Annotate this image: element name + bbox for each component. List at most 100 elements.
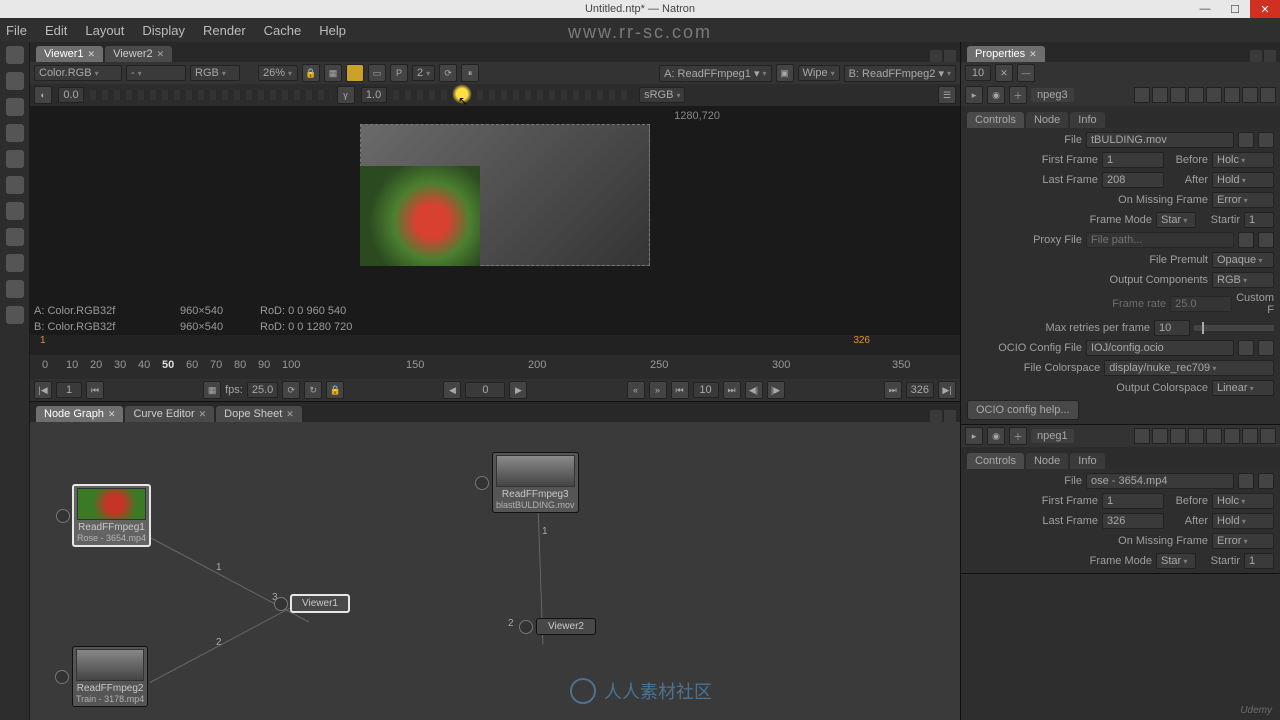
cache-icon[interactable]: ▦ <box>203 381 221 399</box>
subtab-node[interactable]: Node <box>1026 112 1068 128</box>
tab-viewer1[interactable]: Viewer1✕ <box>36 46 103 62</box>
menu-cache[interactable]: Cache <box>264 23 302 38</box>
frame-mode-select[interactable]: Star <box>1156 553 1196 569</box>
clear-icon[interactable]: ✕ <box>995 64 1013 82</box>
checker-icon[interactable]: ☰ <box>938 86 956 104</box>
close-icon[interactable] <box>1260 428 1276 444</box>
tool-brush-icon[interactable] <box>6 98 24 116</box>
menu-file[interactable]: File <box>6 23 27 38</box>
tab-curve-editor[interactable]: Curve Editor✕ <box>125 406 214 422</box>
fps-field[interactable]: 25.0 <box>247 382 278 398</box>
tool-roto-icon[interactable] <box>6 72 24 90</box>
node-viewer1[interactable]: Viewer1 <box>290 594 350 613</box>
refresh-icon[interactable]: ⟳ <box>439 64 457 82</box>
last-frame-field[interactable]: 326 <box>1102 513 1164 529</box>
viewer-canvas[interactable]: 1280,720 A: Color.RGB32f B: Color.RGB32f… <box>30 106 960 335</box>
eye-icon[interactable] <box>519 620 533 634</box>
expand-icon[interactable]: ▸ <box>965 427 983 445</box>
reload-icon[interactable] <box>1258 132 1274 148</box>
eye-icon[interactable] <box>274 597 288 611</box>
frame-in-field[interactable]: 1 <box>56 382 82 398</box>
framerate-field[interactable]: 25.0 <box>1170 296 1232 312</box>
reload-icon[interactable] <box>1258 473 1274 489</box>
ocio-config-field[interactable]: IOJ/config.ocio <box>1086 340 1234 356</box>
close-icon[interactable]: ✕ <box>88 49 96 60</box>
gamma-field[interactable]: 1.0 <box>361 87 387 103</box>
play-fwd-icon[interactable]: ▶ <box>509 381 527 399</box>
file-field[interactable]: tBULDING.mov <box>1086 132 1234 148</box>
menu-help[interactable]: Help <box>319 23 346 38</box>
add-icon[interactable]: ＋ <box>1009 427 1027 445</box>
undo-icon[interactable] <box>1152 428 1168 444</box>
node-readffmpeg3[interactable]: ReadFFmpeg3 blastBULDING.mov <box>492 452 579 513</box>
render-icon[interactable] <box>346 64 364 82</box>
channels-select[interactable]: RGB <box>190 65 240 81</box>
gain-slider[interactable] <box>90 90 331 100</box>
zoom-select[interactable]: 26% <box>258 65 298 81</box>
restore-icon[interactable] <box>1188 87 1204 103</box>
next-incr-icon[interactable]: |▶ <box>767 381 785 399</box>
downscale-select[interactable]: 2 <box>412 65 435 81</box>
prev-incr-icon[interactable]: ◀| <box>745 381 763 399</box>
gamma-slider[interactable] <box>393 90 634 100</box>
gain-field[interactable]: 0.0 <box>58 87 84 103</box>
pane-close-icon[interactable] <box>944 410 956 422</box>
proxy-icon[interactable]: P <box>390 64 408 82</box>
browse-icon[interactable] <box>1238 340 1254 356</box>
pane-close-icon[interactable] <box>944 50 956 62</box>
close-icon[interactable]: ✕ <box>108 409 116 420</box>
close-icon[interactable]: ✕ <box>199 409 207 420</box>
after-select[interactable]: Hold <box>1212 513 1274 529</box>
subtab-info[interactable]: Info <box>1070 112 1104 128</box>
step-back-icon[interactable]: ⏮ <box>671 381 689 399</box>
gain-toggle-icon[interactable]: ◐ <box>34 86 52 104</box>
reload-icon[interactable] <box>1258 232 1274 248</box>
on-missing-select[interactable]: Error <box>1212 192 1274 208</box>
tool-shape-icon[interactable] <box>6 176 24 194</box>
menu-edit[interactable]: Edit <box>45 23 67 38</box>
reload-icon[interactable] <box>1258 340 1274 356</box>
minimize-icon[interactable] <box>1224 428 1240 444</box>
restore-icon[interactable] <box>1188 428 1204 444</box>
before-select[interactable]: Holc <box>1212 152 1274 168</box>
max-panels-field[interactable]: 10 <box>965 65 991 81</box>
subtab-node[interactable]: Node <box>1026 453 1068 469</box>
tab-node-graph[interactable]: Node Graph✕ <box>36 406 123 422</box>
menu-layout[interactable]: Layout <box>85 23 124 38</box>
expand-icon[interactable]: ▸ <box>965 86 983 104</box>
tab-viewer2[interactable]: Viewer2✕ <box>105 46 172 62</box>
node-name-field[interactable]: npeg3 <box>1031 88 1074 102</box>
goto-in-icon[interactable]: ⏮ <box>86 381 104 399</box>
close-icon[interactable]: ✕ <box>286 409 294 420</box>
first-frame-field[interactable]: 1 <box>1102 493 1164 509</box>
lock-fps-icon[interactable]: 🔒 <box>326 381 344 399</box>
window-close-button[interactable]: ✕ <box>1250 0 1280 18</box>
pane-float-icon[interactable] <box>1250 50 1262 62</box>
before-select[interactable]: Holc <box>1212 493 1274 509</box>
color-icon[interactable] <box>1134 428 1150 444</box>
loop-icon[interactable]: ↻ <box>304 381 322 399</box>
starting-time-field[interactable]: 1 <box>1244 212 1274 228</box>
min-icon[interactable]: — <box>1017 64 1035 82</box>
subtab-controls[interactable]: Controls <box>967 112 1024 128</box>
output-colorspace-select[interactable]: Linear <box>1212 380 1274 396</box>
output-components-select[interactable]: RGB <box>1212 272 1274 288</box>
play-back-icon[interactable]: ◀ <box>443 381 461 399</box>
timeline-ruler[interactable]: 0 10 20 30 40 50 60 70 80 90 100 150 200… <box>30 355 960 379</box>
prev-key-icon[interactable]: « <box>627 381 645 399</box>
last-frame-field[interactable]: 208 <box>1102 172 1164 188</box>
tab-properties[interactable]: Properties✕ <box>967 46 1045 62</box>
add-icon[interactable]: ＋ <box>1009 86 1027 104</box>
browse-icon[interactable] <box>1238 132 1254 148</box>
retries-field[interactable]: 10 <box>1154 320 1190 336</box>
float-icon[interactable] <box>1242 428 1258 444</box>
subtab-info[interactable]: Info <box>1070 453 1104 469</box>
after-select[interactable]: Hold <box>1212 172 1274 188</box>
undo-icon[interactable] <box>1152 87 1168 103</box>
tool-color-icon[interactable] <box>6 150 24 168</box>
next-key-icon[interactable]: » <box>649 381 667 399</box>
lut-select[interactable]: sRGB <box>639 87 685 103</box>
menu-display[interactable]: Display <box>142 23 185 38</box>
node-viewer2[interactable]: Viewer2 <box>536 618 596 635</box>
tool-tracker-icon[interactable] <box>6 228 24 246</box>
